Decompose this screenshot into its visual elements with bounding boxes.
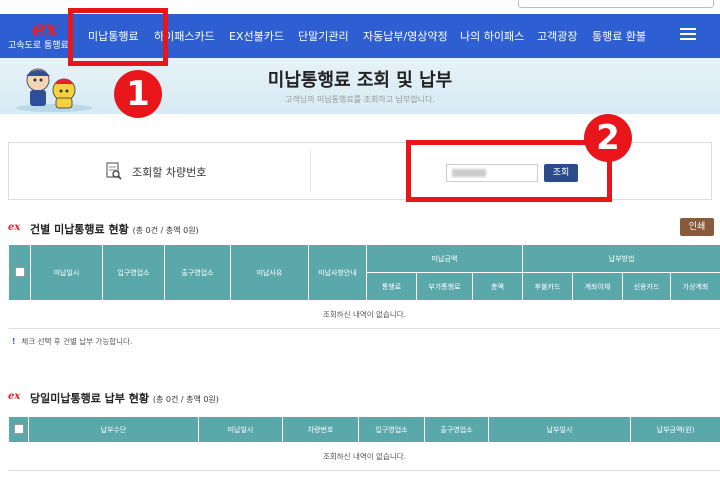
callout-number-1: 1 (114, 70, 162, 118)
section1-count: (총 0건 / 총액 0원) (132, 226, 199, 235)
search-divider (310, 150, 311, 192)
callout-number-2: 2 (584, 114, 632, 162)
section1-ex-icon: ex (8, 222, 21, 233)
col-toll: 통행료 (366, 272, 417, 301)
col-group-unpaid-amount: 미납금액 (366, 244, 523, 273)
col-surcharge: 부가통행료 (416, 272, 473, 301)
col-credit-card: 신용카드 (622, 272, 671, 301)
nav-item-ex-prepaid-card[interactable]: EX선불카드 (229, 28, 284, 44)
col-postpaid-card: 후불카드 (522, 272, 573, 301)
col-payment-amount: 납부금액(원) (630, 416, 720, 443)
col-exit-office-2: 출구영업소 (424, 416, 489, 443)
nav-item-terminal-management[interactable]: 단말기관리 (298, 28, 349, 44)
top-search-input[interactable] (518, 0, 714, 8)
col-payment-means: 납부수단 (28, 416, 199, 443)
select-all-header (8, 244, 31, 301)
col-entry-office-2: 입구영업소 (358, 416, 425, 443)
page-title: 미납통행료 조회 및 납부 (267, 70, 453, 91)
nav-item-toll-refund[interactable]: 통행료 환불 (592, 28, 646, 44)
empty-row-message-2: 조회하신 내역이 없습니다. (8, 442, 720, 471)
col-virtual-account: 가상계좌 (669, 272, 720, 301)
col-plate-number: 차량번호 (282, 416, 359, 443)
logo-text: 고속도로 통행료 (8, 41, 69, 51)
col-unpaid-datetime-2: 미납일시 (198, 416, 283, 443)
plate-search-label: 조회할 차량번호 (132, 166, 207, 179)
col-exit-office: 출구영업소 (164, 244, 231, 301)
info-icon: ! (12, 337, 16, 346)
section2-title: 당일미납통행료 납부 현황 (총 0건 / 총액 0원) (30, 392, 219, 405)
unpaid-toll-table: 미납일시 입구영업소 출구영업소 미납사유 미납사항안내 미납금액 납부방법 통… (8, 244, 720, 329)
select-all-checkbox[interactable] (14, 266, 25, 277)
col-unpaid-guide: 미납사항안내 (308, 244, 367, 301)
nav-item-customer-plaza[interactable]: 고객광장 (537, 28, 577, 44)
bulk-pay-note: ! 체크 선택 후 건별 납부 가능합니다. (12, 337, 133, 346)
page-subtitle: 고객님의 미납통행료를 조회하고 납부합니다. (284, 95, 435, 104)
section1-title: 건별 미납통행료 현황 (총 0건 / 총액 0원) (30, 223, 199, 236)
callout-box-1 (68, 8, 168, 66)
select-all-checkbox-2[interactable] (13, 423, 24, 434)
empty-row-message: 조회하신 내역이 없습니다. (8, 300, 720, 329)
section2-count: (총 0건 / 총액 0원) (152, 395, 219, 404)
hamburger-menu-icon[interactable] (680, 28, 696, 40)
col-payment-datetime: 납부일시 (488, 416, 631, 443)
print-button[interactable]: 인쇄 (680, 218, 714, 236)
nav-item-my-hipass[interactable]: 나의 하이패스 (460, 28, 524, 44)
select-all-header-2 (8, 416, 29, 443)
col-bank-transfer: 계좌이체 (572, 272, 623, 301)
col-group-payment-method: 납부방법 (521, 244, 720, 273)
same-day-payment-table: 납부수단 미납일시 차량번호 입구영업소 출구영업소 납부일시 납부금액(원) … (8, 416, 720, 471)
document-search-icon (106, 162, 122, 180)
section2-ex-icon: ex (8, 391, 21, 402)
nav-item-auto-payment[interactable]: 자동납부/영상약정 (363, 28, 448, 44)
col-total: 총액 (472, 272, 523, 301)
col-unpaid-reason: 미납사유 (230, 244, 309, 301)
col-entry-office: 입구영업소 (102, 244, 165, 301)
callout-box-2 (406, 140, 612, 202)
col-unpaid-datetime: 미납일시 (30, 244, 103, 301)
